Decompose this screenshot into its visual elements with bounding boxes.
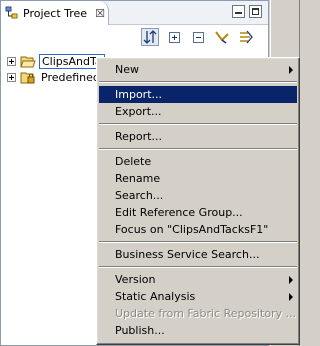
menu-item-new[interactable]: New (97, 61, 299, 78)
menu-separator (97, 238, 299, 246)
menu-separator (97, 78, 299, 86)
project-tree: ClipsAndTa Predefined (7, 53, 105, 85)
view-tab-bar: Project Tree ☒ (1, 1, 268, 25)
menu-item-update-from-fabric-repository: Update from Fabric Repository ... (97, 305, 299, 322)
filter-icon (215, 31, 229, 44)
menu-item-business-service-search[interactable]: Business Service Search... (97, 246, 299, 263)
menu-item-search[interactable]: Search... (97, 187, 299, 204)
close-icon[interactable]: ☒ (95, 8, 105, 19)
tree-item-clipsandtacks[interactable]: ClipsAndTa (7, 53, 105, 69)
expand-icon[interactable] (7, 56, 16, 66)
link-with-editor-button[interactable] (141, 28, 159, 46)
menu-item-version[interactable]: Version (97, 271, 299, 288)
menu-item-label: Delete (115, 155, 152, 168)
menu-item-label: Version (115, 273, 156, 286)
menu-item-publish[interactable]: Publish... (97, 322, 299, 339)
menu-item-delete[interactable]: Delete (97, 153, 299, 170)
menu-item-label: Publish... (115, 324, 165, 337)
context-menu: New Import... Export... Report... Delete… (96, 57, 300, 345)
menu-item-label: Import... (115, 88, 162, 101)
menu-item-focus-on[interactable]: Focus on "ClipsAndTacksF1" (97, 221, 299, 238)
menu-item-label: Focus on "ClipsAndTacksF1" (115, 223, 269, 236)
open-folder-icon (20, 55, 36, 68)
window-controls (232, 5, 262, 18)
menu-item-edit-reference-group[interactable]: Edit Reference Group... (97, 204, 299, 221)
tree-item-label: Predefined (41, 70, 100, 84)
menu-item-label: Search... (115, 189, 164, 202)
maximize-button[interactable] (249, 5, 262, 18)
menu-item-label: Update from Fabric Repository ... (115, 307, 297, 320)
view-menu-button[interactable] (237, 28, 255, 46)
tree-item-predefined[interactable]: Predefined (7, 69, 105, 85)
menu-item-export[interactable]: Export... (97, 103, 299, 120)
tab-title: Project Tree (23, 6, 88, 20)
menu-item-label: Report... (115, 130, 162, 143)
view-toolbar (141, 28, 255, 46)
link-with-editor-icon (143, 30, 157, 44)
menu-item-report[interactable]: Report... (97, 128, 299, 145)
menu-item-import[interactable]: Import... (99, 86, 297, 103)
expand-all-button[interactable] (165, 28, 183, 46)
menu-separator (97, 145, 299, 153)
menu-item-static-analysis[interactable]: Static Analysis (97, 288, 299, 305)
submenu-arrow-icon (289, 66, 293, 74)
menu-item-label: Edit Reference Group... (115, 206, 243, 219)
project-tree-icon (5, 6, 19, 20)
tree-item-label: ClipsAndTa (39, 53, 105, 69)
project-tree-tab[interactable]: Project Tree ☒ (1, 1, 109, 25)
view-menu-icon (240, 30, 253, 44)
menu-item-label: Business Service Search... (115, 248, 260, 261)
menu-item-rename[interactable]: Rename (97, 170, 299, 187)
menu-separator (97, 120, 299, 128)
submenu-arrow-icon (289, 293, 293, 301)
menu-item-label: Static Analysis (115, 290, 196, 303)
menu-item-label: New (115, 63, 139, 76)
expand-icon[interactable] (7, 72, 16, 82)
menu-item-label: Rename (115, 172, 161, 185)
collapse-all-icon (192, 31, 204, 43)
collapse-all-button[interactable] (189, 28, 207, 46)
minimize-button[interactable] (232, 5, 245, 18)
locked-folder-icon (20, 71, 36, 84)
menu-item-label: Export... (115, 105, 162, 118)
expand-all-icon (168, 31, 180, 43)
menu-separator (97, 263, 299, 271)
submenu-arrow-icon (289, 276, 293, 284)
filter-button[interactable] (213, 28, 231, 46)
